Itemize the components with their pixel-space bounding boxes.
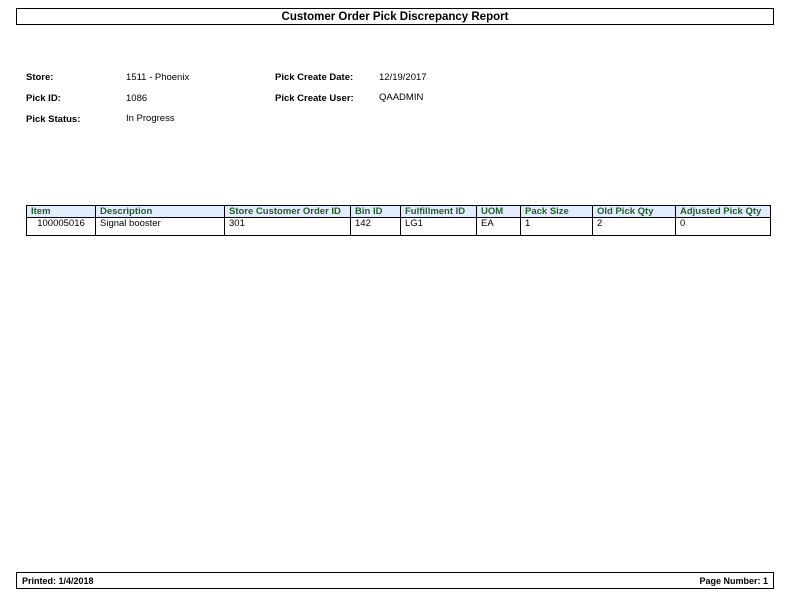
cell-item: 100005016 [26,217,96,236]
store-label: Store: [26,72,54,83]
table-header-row: Item Description Store Customer Order ID… [26,205,771,218]
pick-id-label: Pick ID: [26,93,61,104]
pick-create-date-label: Pick Create Date: [275,72,354,83]
report-title: Customer Order Pick Discrepancy Report [281,10,509,23]
column-header-adjusted-pick-qty: Adjusted Pick Qty [675,205,771,218]
cell-bin-id: 142 [350,217,401,236]
printed-date: Printed: 1/4/2018 [22,575,94,586]
cell-fulfillment-id: LG1 [400,217,477,236]
pick-id-value: 1086 [126,93,148,104]
cell-description: Signal booster [95,217,225,236]
pick-status-value: In Progress [126,113,175,124]
pick-create-date-value: 12/19/2017 [379,72,427,83]
cell-adjusted-pick-qty: 0 [675,217,771,236]
column-header-fulfillment-id: Fulfillment ID [400,205,477,218]
column-header-pack-size: Pack Size [520,205,593,218]
cell-pack-size: 1 [520,217,593,236]
store-value: 1511 - Phoenix [126,72,190,83]
cell-uom: EA [476,217,521,236]
pick-create-user-label: Pick Create User: [275,93,354,104]
report-footer: Printed: 1/4/2018 Page Number: 1 [16,572,774,589]
column-header-uom: UOM [476,205,521,218]
cell-store-customer-order-id: 301 [224,217,351,236]
column-header-bin-id: Bin ID [350,205,401,218]
page-number: Page Number: 1 [699,575,768,586]
cell-old-pick-qty: 2 [592,217,676,236]
pick-status-label: Pick Status: [26,114,81,125]
column-header-store-customer-order-id: Store Customer Order ID [224,205,351,218]
column-header-item: Item [26,205,96,218]
column-header-old-pick-qty: Old Pick Qty [592,205,676,218]
pick-items-table: Item Description Store Customer Order ID… [26,205,771,236]
column-header-description: Description [95,205,225,218]
report-title-box: Customer Order Pick Discrepancy Report [16,8,774,25]
table-row: 100005016 Signal booster 301 142 LG1 EA … [26,217,771,236]
pick-create-user-value: QAADMIN [379,92,424,103]
